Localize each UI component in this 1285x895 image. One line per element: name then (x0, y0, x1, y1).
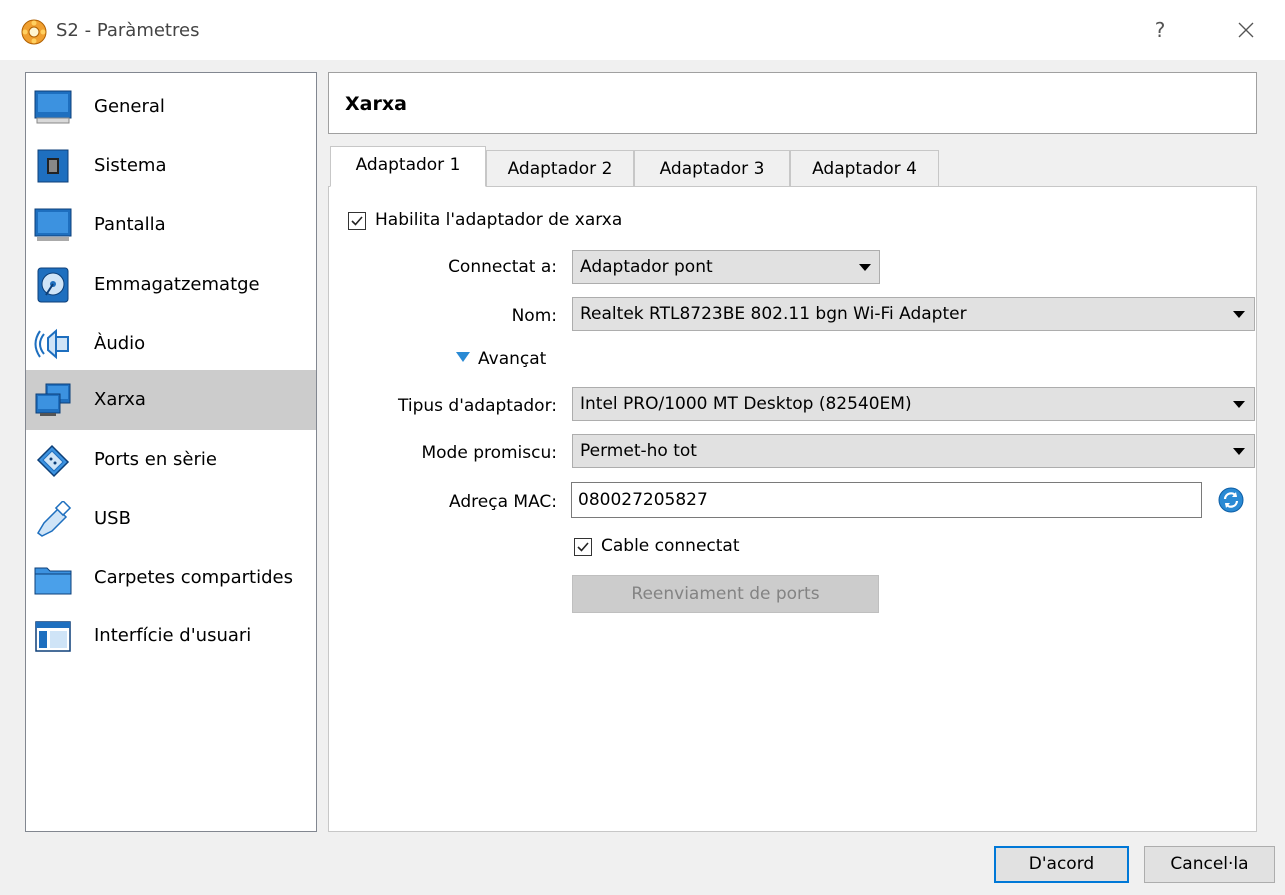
usb-icon (37, 501, 72, 537)
user-interface-icon (35, 621, 71, 652)
sidebar-item-label: Ports en sèrie (94, 449, 217, 470)
general-monitor-icon (34, 90, 72, 124)
window-title: S2 - Paràmetres (56, 20, 200, 41)
advanced-label: Avançat (478, 349, 547, 369)
sidebar-item-label: Sistema (94, 155, 167, 176)
advanced-toggle[interactable]: Avançat (456, 348, 576, 372)
promiscuous-mode-label: Mode promiscu: (421, 443, 557, 463)
mac-address-input[interactable]: 080027205827 (571, 482, 1202, 518)
checkmark-icon (351, 216, 363, 226)
serial-port-icon (36, 444, 70, 478)
folder-icon (34, 567, 72, 595)
attached-to-label: Connectat a: (448, 257, 557, 277)
port-forwarding-button[interactable]: Reenviament de ports (572, 575, 879, 613)
sidebar-item-label: Xarxa (94, 389, 146, 410)
help-button[interactable]: ? (1147, 16, 1173, 44)
storage-disk-icon (37, 267, 69, 303)
chip-icon (37, 149, 69, 183)
enable-adapter-label[interactable]: Habilita l'adaptador de xarxa (375, 210, 622, 230)
sidebar-item-label: Pantalla (94, 214, 166, 235)
adapter-name-value: Realtek RTL8723BE 802.11 bgn Wi-Fi Adapt… (580, 304, 967, 324)
tab-adapter-2[interactable]: Adaptador 2 (486, 150, 634, 189)
sidebar-item-label: Interfície d'usuari (94, 625, 252, 646)
adapter-type-value: Intel PRO/1000 MT Desktop (82540EM) (580, 394, 912, 414)
tab-adapter-3[interactable]: Adaptador 3 (634, 150, 790, 189)
section-header: Xarxa (328, 72, 1257, 134)
close-icon (1238, 22, 1254, 38)
promiscuous-mode-select[interactable]: Permet-ho tot (572, 434, 1255, 468)
attached-to-select[interactable]: Adaptador pont (572, 250, 880, 284)
sidebar-item-label: General (94, 96, 165, 117)
network-icon (35, 383, 71, 416)
checkmark-icon (577, 542, 589, 552)
sidebar-item-label: USB (94, 508, 131, 529)
sidebar-item-audio[interactable]: Àudio (26, 314, 316, 374)
close-button[interactable] (1226, 14, 1266, 46)
cancel-button[interactable]: Cancel·la (1144, 846, 1275, 883)
enable-adapter-checkbox[interactable] (348, 212, 366, 230)
disclosure-triangle-icon (456, 352, 470, 362)
sidebar-item-serial-ports[interactable]: Ports en sèrie (26, 430, 316, 490)
tab-adapter-4[interactable]: Adaptador 4 (790, 150, 939, 189)
sidebar-item-network[interactable]: Xarxa (26, 370, 316, 430)
sidebar-item-system[interactable]: Sistema (26, 136, 316, 196)
chevron-down-icon (1233, 401, 1245, 408)
section-title: Xarxa (345, 93, 407, 115)
mac-address-label: Adreça MAC: (449, 492, 557, 512)
ok-button[interactable]: D'acord (994, 846, 1129, 883)
sidebar-item-general[interactable]: General (26, 77, 316, 137)
sidebar-item-shared-folders[interactable]: Carpetes compartides (26, 548, 316, 608)
cable-connected-label[interactable]: Cable connectat (601, 536, 740, 556)
regenerate-mac-icon[interactable] (1217, 486, 1245, 514)
adapter-type-label: Tipus d'adaptador: (398, 396, 557, 416)
cable-connected-checkbox[interactable] (574, 538, 592, 556)
promiscuous-mode-value: Permet-ho tot (580, 441, 697, 461)
virtualbox-app-icon (21, 19, 47, 45)
chevron-down-icon (1233, 448, 1245, 455)
tab-adapter-1[interactable]: Adaptador 1 (330, 146, 486, 187)
title-bar: S2 - Paràmetres ? (0, 0, 1285, 60)
adapter-name-select[interactable]: Realtek RTL8723BE 802.11 bgn Wi-Fi Adapt… (572, 297, 1255, 331)
chevron-down-icon (1233, 311, 1245, 318)
sidebar-item-storage[interactable]: Emmagatzematge (26, 255, 316, 315)
chevron-down-icon (859, 264, 871, 271)
speaker-icon (34, 328, 69, 360)
attached-to-value: Adaptador pont (580, 257, 713, 277)
adapter-type-select[interactable]: Intel PRO/1000 MT Desktop (82540EM) (572, 387, 1255, 421)
sidebar-item-label: Emmagatzematge (94, 274, 260, 295)
settings-category-list[interactable]: General Sistema Pantalla Emmagatzematge (25, 72, 317, 832)
name-label: Nom: (511, 306, 557, 326)
sidebar-item-user-interface[interactable]: Interfície d'usuari (26, 606, 316, 666)
sidebar-item-label: Àudio (94, 333, 146, 354)
sidebar-item-usb[interactable]: USB (26, 489, 316, 549)
sidebar-item-display[interactable]: Pantalla (26, 195, 316, 255)
mac-address-value: 080027205827 (578, 490, 708, 510)
display-icon (34, 208, 72, 241)
sidebar-item-label: Carpetes compartides (94, 567, 293, 588)
